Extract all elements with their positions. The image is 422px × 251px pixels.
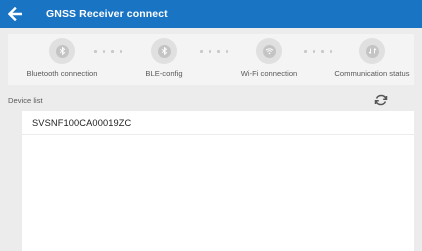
device-list-title: Device list — [8, 96, 43, 105]
arrow-left-icon — [8, 7, 22, 21]
bluetooth-icon — [59, 47, 66, 55]
communication-icon — [368, 47, 377, 55]
refresh-icon — [374, 94, 388, 111]
page-title: GNSS Receiver connect — [46, 8, 168, 20]
refresh-button[interactable] — [374, 93, 388, 107]
connection-stepper: Bluetooth connection BLE-config Wi-Fi co… — [8, 34, 414, 85]
step-communication-status[interactable]: Communication status — [322, 34, 422, 85]
wifi-icon — [265, 47, 274, 55]
step-indicator — [359, 38, 385, 64]
list-item[interactable]: SVSNF100CA00019ZC — [22, 111, 414, 135]
device-list-header: Device list — [8, 92, 414, 110]
step-indicator — [256, 38, 282, 64]
step-indicator — [151, 38, 177, 64]
app-header: GNSS Receiver connect — [0, 0, 422, 28]
step-indicator — [49, 38, 75, 64]
device-name: SVSNF100CA00019ZC — [32, 117, 132, 128]
bluetooth-icon — [161, 47, 168, 55]
step-label: Communication status — [334, 69, 410, 78]
back-button[interactable] — [0, 0, 30, 28]
device-list: SVSNF100CA00019ZC — [22, 111, 414, 251]
